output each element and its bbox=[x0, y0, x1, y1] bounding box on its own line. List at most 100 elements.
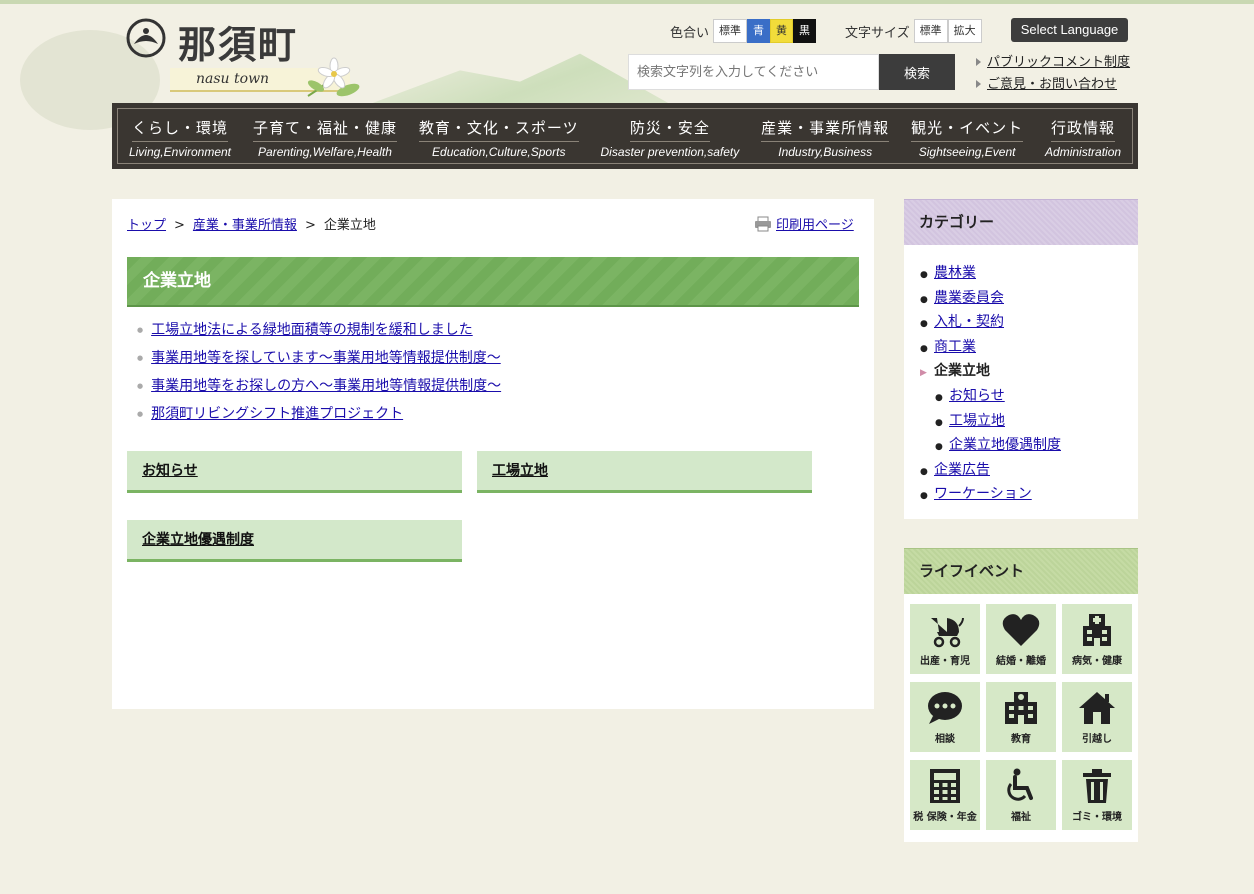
life-event-heading: ライフイベント bbox=[904, 548, 1138, 594]
subcategory-link[interactable]: お知らせ bbox=[142, 463, 198, 479]
category-current-label: 企業立地 bbox=[934, 363, 990, 380]
font-size-large-button[interactable]: 拡大 bbox=[947, 19, 982, 43]
gnav-label-en: Sightseeing,Event bbox=[918, 145, 1016, 159]
public-comment-link[interactable]: パブリックコメント制度 bbox=[987, 55, 1130, 70]
color-standard-button[interactable]: 標準 bbox=[713, 19, 748, 43]
life-event-label: ゴミ・環境 bbox=[1072, 812, 1122, 823]
subcategory-link[interactable]: 企業立地優遇制度 bbox=[142, 532, 254, 548]
gnav-label-en: Education,Culture,Sports bbox=[432, 145, 566, 159]
wheelchair-icon bbox=[1007, 768, 1033, 801]
category-child-item: ● 企業立地優遇制度 bbox=[935, 437, 1061, 454]
category-link[interactable]: 工場立地 bbox=[949, 413, 1005, 429]
gnav-label-jp: 教育・文化・スポーツ bbox=[418, 117, 579, 142]
search-button[interactable]: 検索 bbox=[879, 54, 955, 90]
search-input[interactable] bbox=[628, 54, 879, 90]
article-link[interactable]: 事業用地等を探しています～事業用地等情報提供制度～ bbox=[151, 350, 501, 366]
life-event-sidebar: ライフイベント 出産・育児 結婚・離婚 病気・健康 相談 教育 引越し 税 保険… bbox=[904, 548, 1138, 842]
gnav-item-disaster[interactable]: 防災・安全 Disaster prevention,safety bbox=[590, 109, 751, 163]
breadcrumb-top-link[interactable]: トップ bbox=[127, 218, 166, 233]
gnav-label-jp: 行政情報 bbox=[1051, 117, 1116, 142]
gnav-item-living[interactable]: くらし・環境 Living,Environment bbox=[118, 109, 242, 163]
life-event-birth[interactable]: 出産・育児 bbox=[910, 604, 980, 674]
site-header: 那須町 nasu town 色合い 標準 青 黄 黒 文字サイズ 標準 拡大 S… bbox=[0, 0, 1254, 170]
global-navigation: くらし・環境 Living,Environment 子育て・福祉・健康 Parent… bbox=[112, 103, 1138, 169]
background-mountain-decoration bbox=[370, 53, 670, 104]
gnav-label-jp: 観光・イベント bbox=[911, 117, 1024, 142]
breadcrumb-separator: > bbox=[174, 218, 185, 233]
category-item: ● 商工業 bbox=[920, 338, 976, 355]
list-item: 工場立地法による緑地面積等の規制を緩和しました bbox=[137, 317, 501, 345]
gnav-item-administration[interactable]: 行政情報 Administration bbox=[1034, 109, 1132, 163]
life-event-label: 出産・育児 bbox=[920, 656, 970, 667]
category-item: ● 企業広告 bbox=[920, 461, 990, 478]
subcategory-link[interactable]: 工場立地 bbox=[492, 463, 548, 479]
category-list: ● 農林業 ● 農業委員会 ● 入札・契約 ● 商工業 ▶ 企業立地 ● お知らせ ● 工場立… bbox=[904, 245, 1138, 507]
color-yellow-button[interactable]: 黄 bbox=[770, 19, 794, 43]
life-event-moving[interactable]: 引越し bbox=[1062, 682, 1132, 752]
life-event-tax-insurance[interactable]: 税 保険・年金 bbox=[910, 760, 980, 830]
contact-link[interactable]: ご意見・お問い合わせ bbox=[987, 77, 1117, 92]
life-event-label: 引越し bbox=[1082, 734, 1112, 745]
site-logo[interactable]: 那須町 nasu town bbox=[126, 18, 366, 100]
category-item-current: ▶ 企業立地 bbox=[920, 359, 1138, 384]
current-marker-icon: ▶ bbox=[920, 368, 927, 379]
color-blue-button[interactable]: 青 bbox=[747, 19, 771, 43]
chat-bubble-icon bbox=[928, 692, 962, 724]
subcategory-incentives[interactable]: 企業立地優遇制度 bbox=[127, 520, 462, 562]
category-sidebar: カテゴリー ● 農林業 ● 農業委員会 ● 入札・契約 ● 商工業 ▶ 企業立地 ● お知ら… bbox=[904, 199, 1138, 519]
gnav-item-sightseeing[interactable]: 観光・イベント Sightseeing,Event bbox=[900, 109, 1034, 163]
gnav-label-en: Disaster prevention,safety bbox=[600, 145, 740, 159]
gnav-label-jp: くらし・環境 bbox=[131, 117, 228, 142]
category-link[interactable]: 商工業 bbox=[934, 339, 976, 355]
main-content: トップ > 産業・事業所情報 > 企業立地 印刷用ページ 企業立地 工場立地法による緑地… bbox=[112, 199, 874, 709]
article-link[interactable]: 事業用地等をお探しの方へ～事業用地等情報提供制度～ bbox=[151, 378, 501, 394]
list-item: 事業用地等を探しています～事業用地等情報提供制度～ bbox=[137, 345, 501, 373]
life-event-education[interactable]: 教育 bbox=[986, 682, 1056, 752]
category-link[interactable]: お知らせ bbox=[949, 388, 1005, 404]
color-label: 色合い bbox=[670, 25, 710, 41]
print-page-link[interactable]: 印刷用ページ bbox=[776, 214, 854, 233]
gnav-item-industry[interactable]: 産業・事業所情報 Industry,Business bbox=[750, 109, 900, 163]
category-link[interactable]: 企業立地優遇制度 bbox=[949, 437, 1061, 453]
hospital-icon bbox=[1083, 614, 1111, 646]
printer-icon bbox=[755, 216, 771, 231]
article-link-list: 工場立地法による緑地面積等の規制を緩和しました 事業用地等を探しています～事業用… bbox=[137, 317, 501, 429]
color-scheme-control: 色合い 標準 青 黄 黒 bbox=[670, 19, 817, 43]
article-link[interactable]: 工場立地法による緑地面積等の規制を緩和しました bbox=[151, 322, 473, 338]
font-size-standard-button[interactable]: 標準 bbox=[913, 19, 948, 43]
category-item: ● ワーケーション bbox=[920, 486, 1032, 503]
school-icon bbox=[1005, 692, 1037, 724]
breadcrumb-industry-link[interactable]: 産業・事業所情報 bbox=[193, 218, 297, 233]
life-event-garbage[interactable]: ゴミ・環境 bbox=[1062, 760, 1132, 830]
category-item: ● 農林業 bbox=[920, 265, 976, 281]
gnav-label-jp: 防災・安全 bbox=[629, 117, 710, 142]
gnav-item-education[interactable]: 教育・文化・スポーツ Education,Culture,Sports bbox=[408, 109, 590, 163]
category-item: ● 入札・契約 bbox=[920, 314, 1004, 331]
category-link[interactable]: 企業広告 bbox=[934, 462, 990, 478]
category-link[interactable]: 農業委員会 bbox=[934, 290, 1004, 306]
life-event-label: 教育 bbox=[1011, 734, 1031, 745]
life-event-marriage[interactable]: 結婚・離婚 bbox=[986, 604, 1056, 674]
gnav-item-parenting[interactable]: 子育て・福祉・健康 Parenting,Welfare,Health bbox=[242, 109, 408, 163]
life-event-label: 税 保険・年金 bbox=[913, 812, 977, 823]
breadcrumb-current: 企業立地 bbox=[323, 218, 376, 233]
subcategory-news[interactable]: お知らせ bbox=[127, 451, 462, 493]
gnav-label-en: Industry,Business bbox=[778, 145, 873, 159]
life-event-label: 相談 bbox=[935, 734, 955, 745]
select-language-button[interactable]: Select Language bbox=[1011, 18, 1128, 42]
category-link[interactable]: 農林業 bbox=[934, 265, 976, 281]
category-link[interactable]: ワーケーション bbox=[934, 486, 1032, 502]
life-event-label: 結婚・離婚 bbox=[996, 656, 1046, 667]
trash-icon bbox=[1083, 769, 1111, 803]
category-link[interactable]: 入札・契約 bbox=[934, 314, 1004, 330]
category-child-item: ● お知らせ bbox=[935, 387, 1005, 404]
life-event-consultation[interactable]: 相談 bbox=[910, 682, 980, 752]
category-child-item: ● 工場立地 bbox=[935, 412, 1005, 429]
subcategory-factory-location[interactable]: 工場立地 bbox=[477, 451, 812, 493]
color-black-button[interactable]: 黒 bbox=[793, 19, 817, 43]
life-event-label: 病気・健康 bbox=[1072, 656, 1122, 667]
life-event-health[interactable]: 病気・健康 bbox=[1062, 604, 1132, 674]
calculator-icon bbox=[930, 769, 960, 803]
life-event-welfare[interactable]: 福祉 bbox=[986, 760, 1056, 830]
article-link[interactable]: 那須町リビングシフト推進プロジェクト bbox=[151, 406, 403, 422]
